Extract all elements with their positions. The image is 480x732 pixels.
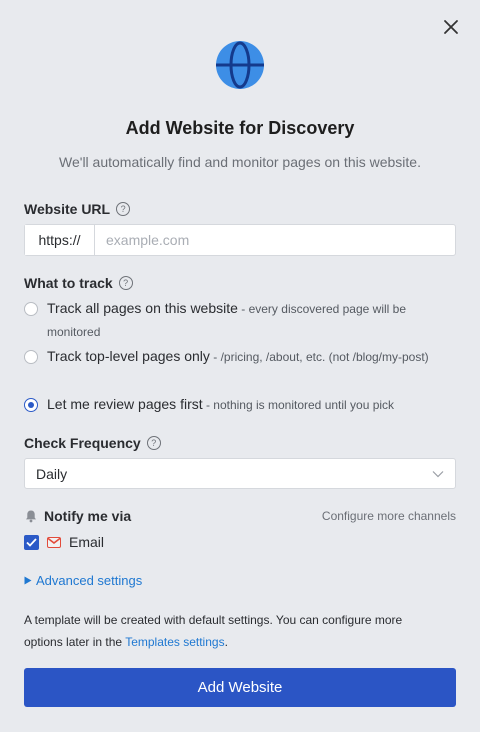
- website-url-input[interactable]: [95, 225, 455, 255]
- add-website-button[interactable]: Add Website: [24, 668, 456, 707]
- what-to-track-label: What to track ?: [24, 275, 133, 291]
- website-url-label-text: Website URL: [24, 201, 111, 217]
- check-frequency-value: Daily: [36, 465, 68, 482]
- bell-icon: [26, 510, 36, 523]
- checkmark-icon: [26, 537, 37, 547]
- track-option-review[interactable]: Let me review pages first - nothing is m…: [24, 396, 444, 416]
- track-option-review-label: Let me review pages first: [47, 396, 203, 412]
- check-frequency-select[interactable]: Daily: [24, 458, 456, 489]
- radio-all-pages[interactable]: [24, 302, 38, 316]
- url-protocol-prefix: https://: [25, 225, 95, 255]
- add-website-dialog: Add Website for Discovery We'll automati…: [0, 0, 480, 732]
- notify-label-text: Notify me via: [44, 508, 132, 524]
- help-icon[interactable]: ?: [116, 202, 131, 216]
- notify-label: Notify me via: [24, 508, 131, 524]
- dialog-subtitle: We'll automatically find and monitor pag…: [59, 154, 421, 170]
- help-icon[interactable]: ?: [146, 436, 161, 450]
- caret-right-icon: [24, 576, 32, 585]
- email-label: Email: [69, 534, 105, 550]
- track-option-all[interactable]: Track all pages on this website - every …: [24, 300, 444, 343]
- track-option-top-level-text: Track top-level pages only - /pricing, /…: [47, 345, 429, 368]
- track-option-all-label: Track all pages on this website: [47, 300, 238, 316]
- email-icon: [47, 536, 61, 548]
- template-note-end: .: [224, 635, 228, 649]
- advanced-settings-toggle[interactable]: Advanced settings: [24, 573, 142, 588]
- advanced-settings-label: Advanced settings: [36, 573, 143, 588]
- email-checkbox[interactable]: [24, 534, 39, 550]
- template-note: A template will be created with default …: [24, 609, 444, 653]
- track-option-all-text: Track all pages on this website - every …: [47, 297, 444, 343]
- what-to-track-label-text: What to track: [24, 275, 113, 291]
- globe-icon: [216, 41, 264, 89]
- radio-top-level[interactable]: [24, 350, 38, 364]
- track-option-top-level[interactable]: Track top-level pages only - /pricing, /…: [24, 348, 444, 368]
- url-input-group: https://: [24, 224, 456, 256]
- close-icon[interactable]: [440, 16, 462, 38]
- notify-header: Notify me via Configure more channels: [24, 508, 456, 524]
- email-channel-option[interactable]: Email: [24, 534, 104, 550]
- configure-channels-link[interactable]: Configure more channels: [322, 509, 456, 523]
- website-url-label: Website URL ?: [24, 201, 131, 217]
- templates-settings-link[interactable]: Templates settings: [125, 635, 224, 649]
- radio-review-first[interactable]: [24, 398, 38, 412]
- track-option-review-desc: - nothing is monitored until you pick: [202, 398, 395, 412]
- track-option-review-text: Let me review pages first - nothing is m…: [47, 393, 394, 416]
- check-frequency-label-text: Check Frequency: [24, 435, 141, 451]
- help-icon[interactable]: ?: [118, 276, 133, 290]
- track-option-top-level-desc: - /pricing, /about, etc. (not /blog/my-p…: [209, 350, 429, 364]
- track-option-top-level-label: Track top-level pages only: [47, 348, 210, 364]
- chevron-down-icon: [432, 470, 444, 477]
- dialog-title: Add Website for Discovery: [125, 118, 355, 138]
- check-frequency-label: Check Frequency ?: [24, 435, 161, 451]
